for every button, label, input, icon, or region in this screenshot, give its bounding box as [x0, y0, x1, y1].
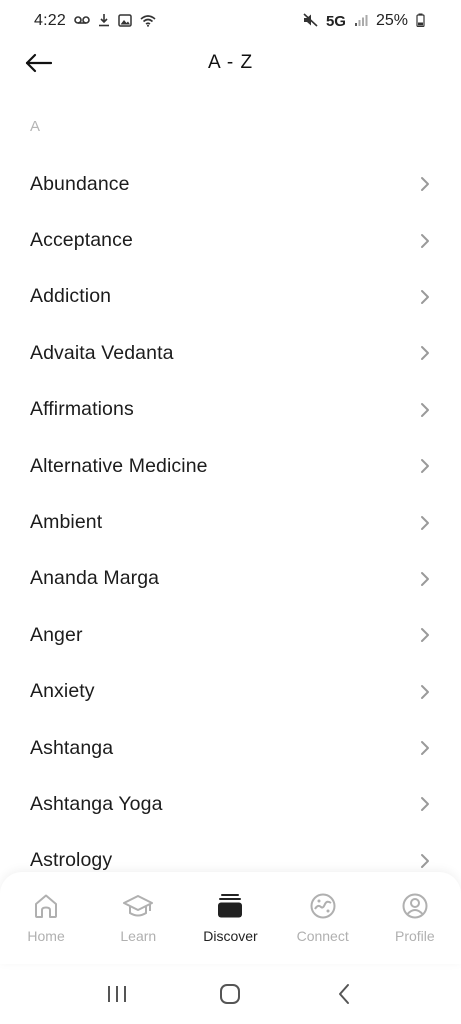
list-item-label: Ananda Marga — [30, 567, 160, 590]
chevron-right-icon — [419, 684, 431, 700]
system-nav — [0, 964, 461, 1024]
profile-icon — [399, 890, 431, 922]
chevron-right-icon — [419, 458, 431, 474]
list-item-label: Abundance — [30, 172, 130, 195]
chevron-right-icon — [419, 233, 431, 249]
chevron-right-icon — [419, 796, 431, 812]
topic-list: Abundance Acceptance Addiction Advaita V… — [0, 156, 461, 889]
list-item-label: Ashtanga Yoga — [30, 792, 163, 815]
chevron-right-icon — [419, 571, 431, 587]
chevron-right-icon — [419, 740, 431, 756]
page-title: A - Z — [207, 52, 254, 73]
list-item[interactable]: Acceptance — [0, 212, 461, 268]
nav-learn-label: Learn — [120, 928, 157, 944]
arrow-left-icon — [25, 53, 52, 73]
status-time: 4:22 — [34, 12, 66, 29]
list-item-label: Astrology — [30, 849, 113, 872]
list-item[interactable]: Ambient — [0, 494, 461, 550]
chevron-right-icon — [419, 176, 431, 192]
list-item-label: Affirmations — [30, 398, 134, 421]
chevron-right-icon — [419, 289, 431, 305]
battery-icon — [416, 13, 425, 29]
nav-discover-label: Discover — [203, 928, 258, 944]
chevron-right-icon — [419, 345, 431, 361]
nav-connect-label: Connect — [296, 928, 349, 944]
voicemail-icon — [74, 15, 90, 27]
image-icon — [118, 13, 132, 29]
list-item-label: Anxiety — [30, 680, 95, 703]
list-item[interactable]: Ashtanga Yoga — [0, 776, 461, 832]
nav-learn[interactable]: Learn — [92, 890, 184, 944]
section-header: A — [30, 118, 41, 135]
graduation-cap-icon — [122, 890, 154, 922]
nav-discover[interactable]: Discover — [184, 890, 276, 944]
wifi-icon — [140, 14, 156, 29]
signal-icon — [354, 14, 368, 29]
list-item[interactable]: Abundance — [0, 156, 461, 212]
status-left: 4:22 — [34, 12, 156, 30]
chevron-right-icon — [419, 515, 431, 531]
list-item[interactable]: Addiction — [0, 269, 461, 325]
home-icon — [30, 890, 62, 922]
list-item[interactable]: Affirmations — [0, 382, 461, 438]
list-item-label: Advaita Vedanta — [30, 341, 174, 364]
list-item-label: Acceptance — [30, 229, 133, 252]
home-button[interactable] — [210, 974, 250, 1014]
list-item-label: Ambient — [30, 511, 103, 534]
list-item[interactable]: Advaita Vedanta — [0, 325, 461, 381]
nav-profile-label: Profile — [395, 928, 435, 944]
list-item-label: Addiction — [30, 285, 112, 308]
battery-percent: 25% — [375, 12, 408, 29]
nav-home[interactable]: Home — [0, 890, 92, 944]
home-circle-icon — [220, 984, 241, 1004]
header: A - Z — [0, 42, 461, 84]
recent-apps-button[interactable] — [97, 974, 137, 1014]
stack-icon — [214, 890, 246, 922]
status-bar: 4:22 5G 25% — [0, 0, 461, 42]
list-item[interactable]: Ananda Marga — [0, 551, 461, 607]
bottom-nav: Home Learn Discover Connect Profile — [0, 872, 461, 964]
nav-profile[interactable]: Profile — [369, 890, 461, 944]
network-type: 5G — [325, 12, 346, 30]
nav-connect[interactable]: Connect — [277, 890, 369, 944]
back-button[interactable] — [22, 50, 54, 76]
chevron-right-icon — [419, 402, 431, 418]
globe-icon — [307, 890, 339, 922]
download-icon — [98, 13, 110, 29]
list-item[interactable]: Anxiety — [0, 664, 461, 720]
chevron-right-icon — [419, 627, 431, 643]
list-item[interactable]: Anger — [0, 607, 461, 663]
chevron-left-icon — [339, 984, 350, 1004]
recent-apps-icon — [107, 986, 126, 1002]
list-item-label: Ashtanga — [30, 736, 114, 759]
nav-home-label: Home — [27, 928, 65, 944]
system-back-button[interactable] — [324, 974, 364, 1014]
list-item-label: Alternative Medicine — [30, 454, 208, 477]
list-item[interactable]: Alternative Medicine — [0, 438, 461, 494]
chevron-right-icon — [419, 853, 431, 869]
status-right: 5G 25% — [303, 12, 425, 30]
list-item[interactable]: Ashtanga — [0, 720, 461, 776]
mute-icon — [303, 13, 318, 29]
list-item-label: Anger — [30, 623, 83, 646]
